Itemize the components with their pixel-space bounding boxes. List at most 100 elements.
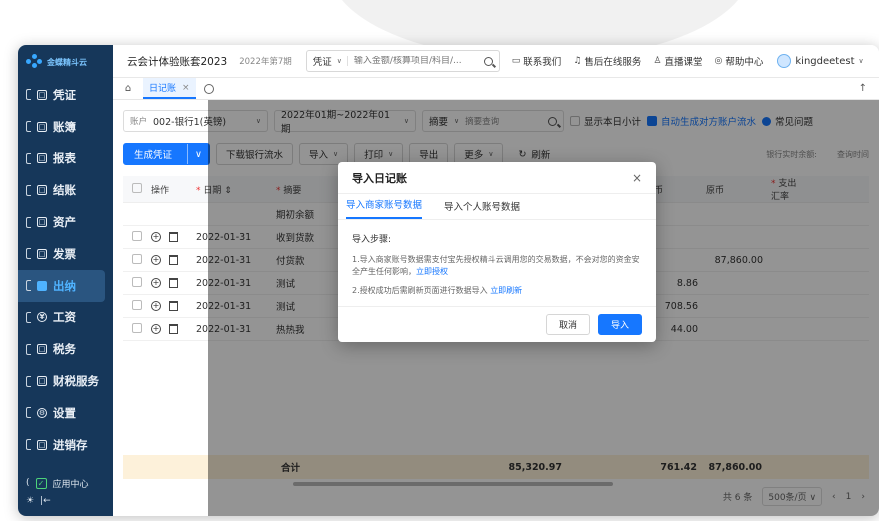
search-icon[interactable] <box>483 56 493 66</box>
row-ops: + <box>151 294 196 318</box>
authorize-link[interactable]: 立即授权 <box>416 267 448 276</box>
sidebar-item-label: 税务 <box>53 342 76 357</box>
person-icon: ♙ <box>653 56 662 66</box>
sidebar-footer: ( ✓ 应用中心 ☀ |← <box>18 468 113 516</box>
sidebar-item-cashier[interactable]: □ 出纳 <box>18 269 105 302</box>
close-icon[interactable]: × <box>182 83 190 93</box>
help-center-link[interactable]: ◎ 帮助中心 <box>715 54 764 68</box>
sidebar-bracket-icon: ( <box>26 478 30 488</box>
sidebar-bracket-icon <box>26 280 31 292</box>
sidebar-bracket-icon <box>26 311 31 323</box>
arrow-up-icon[interactable]: ↑ <box>859 83 867 94</box>
sidebar-item-ledger[interactable]: □ 账簿 <box>18 111 113 143</box>
sidebar-item-inventory[interactable]: □ 进销存 <box>18 429 113 461</box>
home-icon[interactable]: ⌂ <box>113 83 143 94</box>
close-icon[interactable]: × <box>632 171 642 185</box>
tab-merchant-account[interactable]: 导入商家账号数据 <box>346 197 423 219</box>
delete-icon[interactable] <box>169 324 178 334</box>
asset-icon: □ <box>37 217 47 228</box>
row-ops: + <box>151 317 196 341</box>
steps-title: 导入步骤: <box>352 235 392 245</box>
user-menu[interactable]: kingdeetest ∨ <box>777 54 864 68</box>
sidebar-item-label: 财税服务 <box>53 374 99 389</box>
online-service-link[interactable]: ♫ 售后在线服务 <box>573 54 641 68</box>
closing-icon: □ <box>37 185 47 196</box>
select-all-cell <box>123 176 151 203</box>
settings-icon: ⚙ <box>37 407 47 418</box>
sidebar-item-settings[interactable]: ⚙ 设置 <box>18 397 113 429</box>
delete-icon[interactable] <box>169 232 178 242</box>
sidebar-bracket-icon <box>26 248 31 260</box>
sidebar-item-label: 出纳 <box>53 278 76 293</box>
sidebar-bracket-icon <box>26 152 31 164</box>
sidebar-tools: ☀ |← <box>26 492 105 510</box>
sidebar-item-invoice[interactable]: □ 发票 <box>18 238 113 270</box>
add-row-icon[interactable]: + <box>151 278 161 288</box>
step-2-text: 2.授权成功后需刷新页面进行数据导入 <box>352 285 488 295</box>
voucher-icon: □ <box>37 89 47 100</box>
row-checkbox[interactable] <box>132 322 142 333</box>
select-all-checkbox[interactable] <box>132 182 142 193</box>
add-row-icon[interactable]: + <box>151 324 161 334</box>
sidebar-item-voucher[interactable]: □ 凭证 <box>18 79 113 111</box>
refresh-link[interactable]: 立即刷新 <box>490 286 522 295</box>
add-row-icon[interactable]: + <box>151 255 161 265</box>
contact-us-link[interactable]: ▭ 联系我们 <box>512 54 562 68</box>
ledger-icon: □ <box>37 121 47 132</box>
import-confirm-button[interactable]: 导入 <box>597 314 642 335</box>
add-row-icon[interactable]: + <box>151 232 161 242</box>
delete-icon[interactable] <box>169 278 178 288</box>
cashier-icon: □ <box>37 280 47 291</box>
sidebar-item-closing[interactable]: □ 结账 <box>18 174 113 206</box>
sidebar-item-label: 工资 <box>53 310 76 325</box>
sidebar-bracket-icon <box>26 439 31 451</box>
sidebar-bracket-icon <box>26 407 31 419</box>
sidebar-bracket-icon <box>26 375 31 387</box>
app-center-link[interactable]: ( ✓ 应用中心 <box>26 474 105 492</box>
invoice-icon: □ <box>37 248 47 259</box>
collapse-sidebar-icon[interactable]: |← <box>40 496 51 506</box>
dialog-header: 导入日记账 × <box>338 162 656 194</box>
brightness-icon[interactable]: ☀ <box>26 496 34 506</box>
sidebar-bracket-icon <box>26 121 31 133</box>
global-search: 凭证 ∨ <box>305 50 500 72</box>
sidebar-item-tax[interactable]: □ 税务 <box>18 333 113 365</box>
generate-voucher-button[interactable]: 生成凭证 ∨ <box>123 143 210 165</box>
sidebar-item-finance-service[interactable]: □ 财税服务 <box>18 365 113 397</box>
avatar <box>777 54 792 68</box>
row-checkbox[interactable] <box>132 276 142 287</box>
sidebar-item-asset[interactable]: □ 资产 <box>18 206 113 238</box>
delete-icon[interactable] <box>169 255 178 265</box>
sidebar-item-report[interactable]: □ 报表 <box>18 143 113 175</box>
app-center-label: 应用中心 <box>52 479 89 490</box>
app-center-icon: ✓ <box>35 477 47 489</box>
sidebar-item-label: 凭证 <box>53 87 76 102</box>
tab-journal[interactable]: 日记账 × <box>143 78 196 99</box>
search-type-select[interactable]: 凭证 <box>313 54 332 68</box>
brand-name: 金蝶精斗云 <box>47 57 87 67</box>
dialog-body: 导入步骤: 1.导入商家账号数据需支付宝先授权精斗云调用您的交易数据，不会对您的… <box>338 220 656 297</box>
search-input[interactable] <box>346 56 467 66</box>
live-class-link[interactable]: ♙ 直播课堂 <box>653 54 702 68</box>
live-class-label: 直播课堂 <box>664 57 703 68</box>
sidebar-bracket-icon <box>26 216 31 228</box>
tab-personal-account[interactable]: 导入个人账号数据 <box>444 199 520 219</box>
sidebar-item-label: 设置 <box>53 405 76 420</box>
row-checkbox[interactable] <box>132 253 142 264</box>
salary-icon: ¥ <box>37 312 47 323</box>
row-ops: + <box>151 271 196 295</box>
add-row-icon[interactable]: + <box>151 301 161 311</box>
row-checkbox[interactable] <box>132 230 142 241</box>
tab-more-icon[interactable] <box>203 83 214 94</box>
sidebar-item-salary[interactable]: ¥ 工资 <box>18 302 113 334</box>
row-ops: + <box>151 225 196 249</box>
row-checkbox[interactable] <box>132 299 142 310</box>
chevron-down-icon[interactable]: ∨ <box>187 144 209 164</box>
delete-icon[interactable] <box>169 301 178 311</box>
cancel-button[interactable]: 取消 <box>545 314 590 335</box>
account-set-name[interactable]: 云会计体验账套2023 <box>127 54 227 69</box>
row-ops: + <box>151 248 196 272</box>
sidebar-item-label: 账簿 <box>53 119 76 134</box>
step-1: 1.导入商家账号数据需支付宝先授权精斗云调用您的交易数据，不会对您的资金安全产生… <box>352 254 642 279</box>
sidebar-item-label: 报表 <box>53 151 76 166</box>
